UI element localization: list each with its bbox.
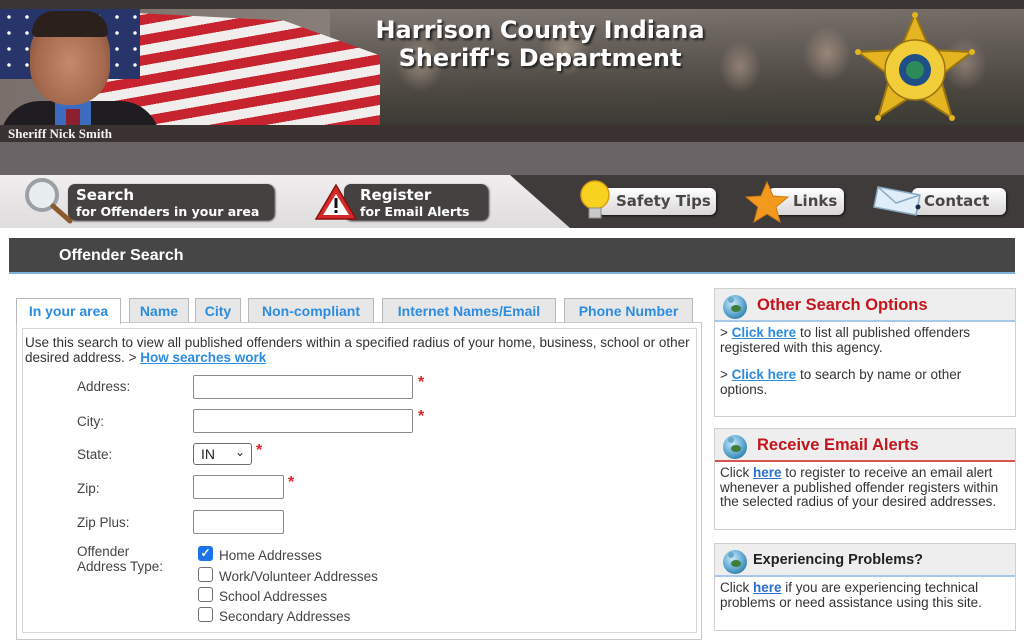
zip-required-marker: * — [288, 474, 295, 491]
address-required-marker: * — [418, 374, 425, 391]
nav-search-plate: Search for Offenders in your area — [68, 184, 274, 220]
nav-search-title: Search — [76, 186, 135, 204]
state-select[interactable]: IN ⌄ — [193, 443, 252, 465]
nav-contact-label: Contact — [924, 192, 990, 210]
globe-icon — [723, 295, 747, 319]
receive-email-alerts-box: Receive Email Alerts Click here to regis… — [714, 428, 1016, 530]
main-nav: Search for Offenders in your area Regist… — [0, 175, 1024, 228]
nav-links-label: Links — [793, 192, 838, 210]
banner-title: Harrison County Indiana Sheriff's Depart… — [340, 16, 740, 72]
list-all-offenders-item: > Click here to list all published offen… — [720, 325, 1010, 355]
city-input[interactable] — [193, 409, 413, 433]
experiencing-problems-header: Experiencing Problems? — [715, 544, 1015, 577]
other-search-options-body: > Click here to list all published offen… — [715, 322, 1015, 403]
nav-contact-button[interactable]: Contact — [872, 175, 1008, 228]
tab-phone-number[interactable]: Phone Number — [564, 298, 693, 322]
intro-text: Use this search to view all published of… — [25, 335, 690, 365]
sheriff-star-badge-icon — [855, 12, 975, 121]
warning-icon — [314, 183, 358, 220]
nav-safety-tips-button[interactable]: Safety Tips — [578, 175, 718, 228]
offender-search-header: Offender Search — [9, 238, 1015, 274]
sheriff-caption: Sheriff Nick Smith — [8, 126, 112, 141]
email-alerts-here-link[interactable]: here — [753, 465, 782, 480]
problems-here-link[interactable]: here — [753, 580, 782, 595]
address-type-label-line2: Address Type: — [77, 559, 164, 574]
address-type-label: Offender Address Type: — [77, 544, 163, 574]
receive-email-alerts-title: Receive Email Alerts — [757, 436, 919, 454]
item-arrow: > — [720, 325, 728, 340]
email-alerts-pre: Click — [720, 465, 753, 480]
portrait-hair — [32, 11, 108, 37]
banner-title-line1: Harrison County Indiana — [375, 16, 705, 44]
banner-title-line2: Sheriff's Department — [398, 44, 682, 72]
work-volunteer-addresses-label: Work/Volunteer Addresses — [219, 569, 378, 584]
nav-search-button[interactable]: Search for Offenders in your area — [20, 175, 276, 228]
receive-email-alerts-header: Receive Email Alerts — [715, 429, 1015, 462]
state-selected-value: IN — [201, 446, 215, 462]
magnifier-icon — [25, 178, 73, 224]
address-input[interactable] — [193, 375, 413, 399]
caption-bar — [0, 125, 1024, 142]
experiencing-problems-box: Experiencing Problems? Click here if you… — [714, 543, 1016, 631]
state-required-marker: * — [256, 442, 263, 459]
address-label: Address: — [77, 379, 131, 394]
star-icon — [744, 181, 790, 223]
search-by-name-link[interactable]: Click here — [732, 367, 797, 382]
school-addresses-label: School Addresses — [219, 589, 328, 604]
city-required-marker: * — [418, 408, 425, 425]
tab-internet-names-email[interactable]: Internet Names/Email — [382, 298, 556, 322]
home-addresses-label: Home Addresses — [219, 548, 322, 563]
search-by-name-item: > Click here to search by name or other … — [720, 367, 1010, 397]
nav-safety-tips-plate: Safety Tips — [598, 188, 716, 215]
address-type-label-line1: Offender — [77, 544, 130, 559]
nav-register-button[interactable]: Register for Email Alerts — [314, 175, 489, 228]
home-addresses-checkbox[interactable]: ✓ — [198, 546, 213, 561]
other-search-options-header: Other Search Options — [715, 289, 1015, 322]
nav-register-title: Register — [360, 186, 432, 204]
secondary-addresses-label: Secondary Addresses — [219, 609, 351, 624]
problems-pre: Click — [720, 580, 753, 595]
zip-plus-input[interactable] — [193, 510, 284, 534]
banner-top-bar — [0, 0, 1024, 9]
globe-icon — [723, 550, 747, 574]
experiencing-problems-body: Click here if you are experiencing techn… — [715, 577, 1015, 616]
list-all-offenders-link[interactable]: Click here — [732, 325, 797, 340]
how-searches-work-link[interactable]: How searches work — [140, 350, 266, 365]
search-intro: Use this search to view all published of… — [25, 335, 695, 365]
nav-register-plate: Register for Email Alerts — [344, 184, 488, 220]
search-form — [22, 328, 697, 633]
tab-name[interactable]: Name — [129, 298, 189, 322]
envelope-icon — [873, 186, 921, 216]
tab-in-your-area[interactable]: In your area — [16, 298, 121, 324]
item-arrow: > — [720, 367, 728, 382]
school-addresses-checkbox[interactable] — [198, 587, 213, 602]
zip-plus-label: Zip Plus: — [77, 515, 130, 530]
search-panel — [16, 322, 702, 640]
lightbulb-icon — [580, 180, 610, 219]
section-title: Offender Search — [59, 247, 184, 264]
intro-arrow: > — [128, 350, 137, 365]
nav-contact-plate: Contact — [912, 188, 1006, 215]
work-volunteer-addresses-checkbox[interactable] — [198, 567, 213, 582]
nav-safety-tips-label: Safety Tips — [616, 192, 711, 210]
other-search-options-title: Other Search Options — [757, 296, 928, 314]
state-label: State: — [77, 447, 113, 462]
nav-links-button[interactable]: Links — [744, 175, 846, 228]
nav-search-subtitle: for Offenders in your area — [76, 204, 260, 219]
secondary-addresses-checkbox[interactable] — [198, 607, 213, 622]
tab-city[interactable]: City — [195, 298, 241, 322]
zip-input[interactable] — [193, 475, 284, 499]
tab-non-compliant[interactable]: Non-compliant — [248, 298, 374, 322]
site-banner: Sheriff Nick Smith Harrison County India… — [0, 0, 1024, 142]
zip-label: Zip: — [77, 481, 100, 496]
globe-icon — [723, 435, 747, 459]
nav-register-subtitle: for Email Alerts — [360, 204, 470, 219]
receive-email-alerts-body: Click here to register to receive an ema… — [715, 462, 1015, 516]
other-search-options-box: Other Search Options > Click here to lis… — [714, 288, 1016, 417]
chevron-down-icon: ⌄ — [234, 445, 245, 459]
banner-divider — [0, 142, 1024, 175]
experiencing-problems-title: Experiencing Problems? — [753, 552, 924, 568]
sheriff-portrait — [0, 9, 160, 142]
city-label: City: — [77, 414, 104, 429]
